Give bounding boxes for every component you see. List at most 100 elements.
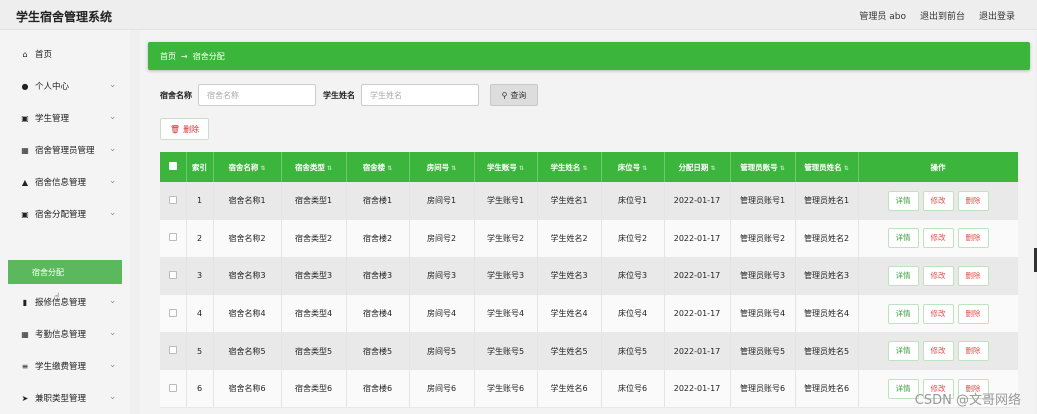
row-checkbox[interactable] [160, 257, 187, 296]
table-cell: 2 [186, 219, 214, 258]
table-cell: 6 [186, 369, 214, 409]
table-cell: 宿舍名称1 [213, 182, 282, 221]
sort-icon[interactable]: ⇅ [580, 165, 588, 172]
table-cell: 宿舍楼5 [346, 332, 410, 371]
detail-button[interactable]: 详情 [887, 341, 919, 362]
submenu-item-dorm-assign[interactable]: 宿舍分配 [8, 260, 122, 284]
table-cell: 床位号2 [601, 219, 665, 258]
column-header-3[interactable]: 宿舍楼 ⇅ [346, 152, 410, 182]
table-cell: 宿舍类型4 [281, 294, 347, 333]
dorm-name-input[interactable] [198, 84, 316, 106]
table-row: 4 宿舍名称4 宿舍类型4 宿舍楼4 房间号4 学生账号4 学生姓名4 床位号4 2022-01… [160, 294, 1018, 333]
table-cell: 学生账号4 [474, 294, 538, 333]
column-header-1[interactable]: 宿舍名称 ⇅ [213, 152, 282, 182]
select-all-checkbox[interactable] [160, 152, 187, 182]
exit-to-front-link[interactable]: 退出到前台 [920, 9, 965, 22]
table-cell: 宿舍楼4 [346, 294, 410, 333]
edit-button[interactable]: 修改 [922, 190, 954, 211]
row-actions: 详情 修改 删除 [858, 219, 1018, 258]
query-button[interactable]: ⚲ 查询 [490, 84, 538, 106]
table-cell: 宿舍类型5 [281, 332, 347, 371]
sidebar-item-4[interactable]: ▲ 宿舍信息管理 ⌄ [0, 166, 130, 198]
chevron-down-icon: ⌄ [109, 296, 116, 305]
watermark: CSDN @文哥网络 [914, 393, 1021, 408]
sidebar-item-7[interactable]: ▮ 报修信息管理 ⌄ [0, 286, 130, 318]
column-header-2[interactable]: 宿舍类型 ⇅ [281, 152, 347, 182]
chart-icon: ▮ [22, 297, 28, 307]
sort-icon[interactable]: ⇅ [258, 165, 266, 172]
sidebar-item-5[interactable]: ▣ 宿舍分配管理 ⌄ [0, 198, 130, 230]
column-header-8[interactable]: 分配日期 ⇅ [664, 152, 731, 182]
column-header-10[interactable]: 管理员姓名 ⇅ [795, 152, 859, 182]
data-table: 索引 宿舍名称 ⇅ 宿舍类型 ⇅ 宿舍楼 ⇅ 房间号 ⇅ 学生账号 ⇅ 学生姓名 ⇅ 床位号 … [160, 152, 1018, 414]
sort-icon[interactable]: ⇅ [708, 165, 716, 172]
sort-icon[interactable]: ⇅ [640, 165, 647, 172]
table-cell: 5 [186, 332, 214, 371]
table-cell: 床位号5 [601, 332, 665, 371]
row-checkbox[interactable] [160, 294, 187, 333]
edit-button[interactable]: 修改 [922, 265, 954, 286]
detail-button[interactable]: 详情 [887, 228, 919, 249]
detail-button[interactable]: 详情 [887, 303, 919, 324]
sort-icon[interactable]: ⇅ [385, 165, 392, 172]
edit-button[interactable]: 修改 [922, 228, 954, 249]
column-header-9[interactable]: 管理员账号 ⇅ [730, 152, 796, 182]
edit-button[interactable]: 修改 [922, 341, 954, 362]
sidebar-item-label: 报修信息管理 [35, 298, 87, 308]
sidebar-item-1[interactable]: ● 个人中心 ⌄ [0, 70, 130, 102]
search-form: 宿舍名称 学生姓名 ⚲ 查询 [160, 84, 538, 106]
sidebar-item-3[interactable]: ▦ 宿舍管理员管理 ⌄ [0, 134, 130, 166]
row-checkbox[interactable] [160, 182, 187, 221]
logout-link[interactable]: 退出登录 [979, 9, 1015, 22]
main-content: 首页 → 宿舍分配 宿舍名称 学生姓名 ⚲ 查询 🗑 删除 索引 [140, 30, 1035, 414]
delete-button[interactable]: 删除 [957, 303, 989, 324]
column-header-label: 宿舍楼 [362, 162, 386, 172]
sort-icon[interactable]: ⇅ [517, 165, 524, 172]
row-checkbox[interactable] [160, 332, 187, 371]
edit-button[interactable]: 修改 [922, 303, 954, 324]
sidebar-item-label: 宿舍管理员管理 [35, 146, 95, 156]
sort-icon[interactable]: ⇅ [842, 165, 849, 172]
sidebar-item-0[interactable]: ⌂ 首页 [0, 38, 130, 70]
sort-icon[interactable]: ⇅ [449, 165, 456, 172]
grid-icon: ▦ [21, 329, 29, 339]
column-header-label: 管理员姓名 [804, 162, 842, 172]
delete-button[interactable]: 删除 [957, 190, 989, 211]
table-cell: 宿舍类型2 [281, 219, 347, 258]
column-header-label: 索引 [192, 162, 207, 172]
detail-button[interactable]: 详情 [887, 265, 919, 286]
building-icon: ▲ [21, 177, 29, 187]
column-header-4[interactable]: 房间号 ⇅ [409, 152, 475, 182]
sidebar-item-2[interactable]: ▣ 学生管理 ⌄ [0, 102, 130, 134]
column-header-7[interactable]: 床位号 ⇅ [601, 152, 665, 182]
sort-icon[interactable]: ⇅ [325, 165, 332, 172]
breadcrumb-current: 宿舍分配 [192, 51, 225, 61]
admin-user-label[interactable]: 管理员 abo [859, 9, 906, 22]
send-icon: ➤ [21, 393, 29, 403]
table-cell: 床位号4 [601, 294, 665, 333]
delete-button[interactable]: 删除 [957, 341, 989, 362]
row-checkbox[interactable] [160, 219, 187, 258]
column-header-5[interactable]: 学生账号 ⇅ [474, 152, 538, 182]
breadcrumb-home[interactable]: 首页 [160, 51, 176, 62]
sidebar-item-9[interactable]: ≡ 学生缴费管理 ⌄ [0, 350, 130, 382]
batch-delete-button[interactable]: 🗑 删除 [160, 118, 209, 140]
mouse-cursor-icon: ☝ [54, 292, 61, 303]
student-name-input[interactable] [361, 84, 479, 106]
column-header-0[interactable]: 索引 [186, 152, 214, 182]
chevron-down-icon: ⌄ [109, 80, 116, 89]
sidebar-item-8[interactable]: ▦ 考勤信息管理 ⌄ [0, 318, 130, 350]
table-row: 5 宿舍名称5 宿舍类型5 宿舍楼5 房间号5 学生账号5 学生姓名5 床位号5 2022-01… [160, 332, 1018, 371]
column-header-label: 分配日期 [678, 162, 709, 172]
table-cell: 管理员账号3 [730, 257, 796, 296]
table-cell: 学生账号3 [474, 257, 538, 296]
delete-button[interactable]: 删除 [957, 228, 989, 249]
table-cell: 房间号6 [409, 369, 475, 409]
table-cell: 宿舍名称5 [213, 332, 282, 371]
detail-button[interactable]: 详情 [887, 190, 919, 211]
column-header-6[interactable]: 学生姓名 ⇅ [537, 152, 602, 182]
row-checkbox[interactable] [160, 369, 187, 409]
sidebar-item-10[interactable]: ➤ 兼职类型管理 ⌄ [0, 382, 130, 414]
delete-button[interactable]: 删除 [957, 265, 989, 286]
sort-icon[interactable]: ⇅ [778, 165, 785, 172]
